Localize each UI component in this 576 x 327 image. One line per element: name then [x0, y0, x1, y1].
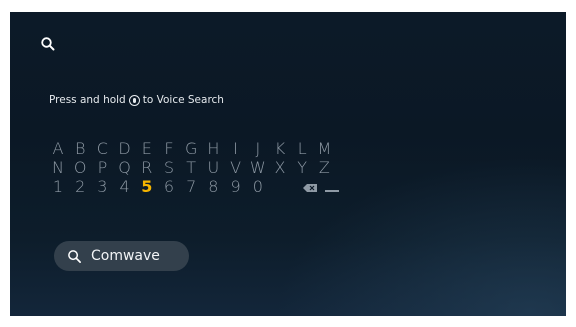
key-7[interactable]: 7	[180, 178, 202, 196]
search-icon[interactable]	[40, 36, 56, 52]
key-f[interactable]: F	[158, 140, 180, 158]
key-r[interactable]: R	[136, 159, 158, 177]
key-t[interactable]: T	[180, 159, 202, 177]
key-5[interactable]: 5	[136, 178, 158, 196]
key-j[interactable]: J	[247, 140, 269, 158]
search-icon	[68, 249, 81, 263]
key-b[interactable]: B	[69, 140, 91, 158]
key-i[interactable]: I	[225, 140, 247, 158]
key-0[interactable]: 0	[247, 178, 269, 196]
key-2[interactable]: 2	[69, 178, 91, 196]
key-a[interactable]: A	[47, 140, 69, 158]
key-c[interactable]: C	[91, 140, 113, 158]
key-k[interactable]: K	[269, 140, 291, 158]
key-w[interactable]: W	[247, 159, 269, 177]
key-p[interactable]: P	[91, 159, 113, 177]
space-icon[interactable]	[325, 190, 339, 192]
key-8[interactable]: 8	[202, 178, 224, 196]
hint-prefix: Press and hold	[49, 94, 126, 106]
key-l[interactable]: L	[291, 140, 313, 158]
key-v[interactable]: V	[225, 159, 247, 177]
key-q[interactable]: Q	[114, 159, 136, 177]
key-1[interactable]: 1	[47, 178, 69, 196]
key-9[interactable]: 9	[225, 178, 247, 196]
key-n[interactable]: N	[47, 159, 69, 177]
key-x[interactable]: X	[269, 159, 291, 177]
mic-icon	[128, 94, 140, 106]
search-query-pill[interactable]: Comwave	[54, 241, 189, 271]
key-6[interactable]: 6	[158, 178, 180, 196]
key-z[interactable]: Z	[313, 159, 335, 177]
key-o[interactable]: O	[69, 159, 91, 177]
key-m[interactable]: M	[313, 140, 335, 158]
search-query-text: Comwave	[91, 248, 160, 264]
key-g[interactable]: G	[180, 140, 202, 158]
voice-search-hint: Press and hold to Voice Search	[49, 94, 224, 106]
key-h[interactable]: H	[202, 140, 224, 158]
key-e[interactable]: E	[136, 140, 158, 158]
key-y[interactable]: Y	[291, 159, 313, 177]
key-4[interactable]: 4	[114, 178, 136, 196]
key-3[interactable]: 3	[91, 178, 113, 196]
key-u[interactable]: U	[202, 159, 224, 177]
delete-icon[interactable]	[303, 184, 317, 192]
key-d[interactable]: D	[114, 140, 136, 158]
key-s[interactable]: S	[158, 159, 180, 177]
hint-suffix: to Voice Search	[142, 94, 224, 106]
search-screen: Press and hold to Voice Search ABCDEFGHI…	[10, 12, 566, 316]
